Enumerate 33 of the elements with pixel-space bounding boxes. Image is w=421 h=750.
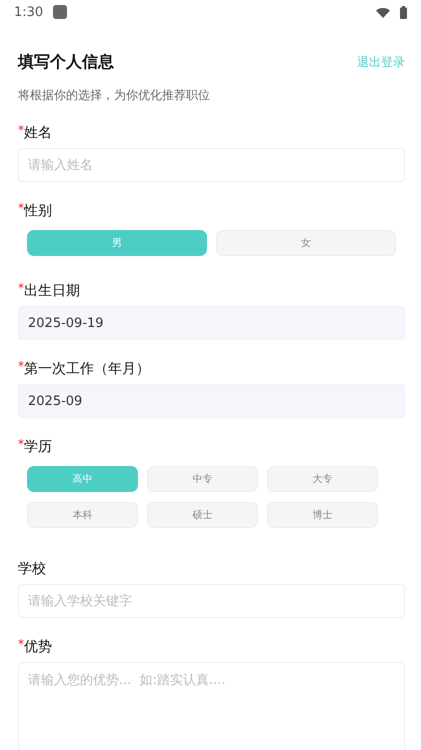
status-time: 1:30: [14, 4, 44, 20]
field-label: 性别: [24, 202, 52, 220]
input-field[interactable]: 请输入学校关键字: [18, 584, 405, 618]
field-label: 出生日期: [24, 282, 80, 300]
notification-icon: [53, 5, 68, 19]
required-mark: *: [18, 124, 24, 136]
text-area[interactable]: 请输入您的优势... 如:踏实认真....: [18, 662, 405, 750]
required-mark: *: [18, 360, 24, 372]
required-mark: *: [18, 638, 24, 650]
date-field[interactable]: 2025-09: [18, 384, 405, 418]
required-mark: *: [18, 438, 24, 450]
option-button[interactable]: 中专: [147, 466, 258, 492]
page-subtitle: 将根据你的选择，为你优化推荐职位: [17, 87, 211, 104]
option-button[interactable]: 女: [216, 230, 396, 256]
option-button[interactable]: 大专: [267, 466, 378, 492]
input-field[interactable]: 请输入姓名: [18, 148, 405, 182]
option-button[interactable]: 高中: [27, 466, 138, 492]
battery-icon: [400, 6, 407, 18]
date-field[interactable]: 2025-09-19: [18, 306, 405, 340]
field-label: 第一次工作（年月）: [24, 360, 150, 378]
required-mark: *: [18, 202, 24, 214]
option-button[interactable]: 硕士: [147, 502, 258, 528]
field-label: 姓名: [24, 124, 52, 142]
page-title: 填写个人信息: [18, 52, 114, 73]
field-label: 学历: [24, 438, 52, 456]
option-button[interactable]: 本科: [27, 502, 138, 528]
wifi-icon: [376, 6, 390, 18]
option-button[interactable]: 博士: [267, 502, 378, 528]
required-mark: *: [18, 282, 24, 294]
logout-link[interactable]: 退出登录: [357, 54, 405, 71]
option-button[interactable]: 男: [27, 230, 207, 256]
field-label: 学校: [18, 560, 46, 578]
field-label: 优势: [24, 638, 52, 656]
